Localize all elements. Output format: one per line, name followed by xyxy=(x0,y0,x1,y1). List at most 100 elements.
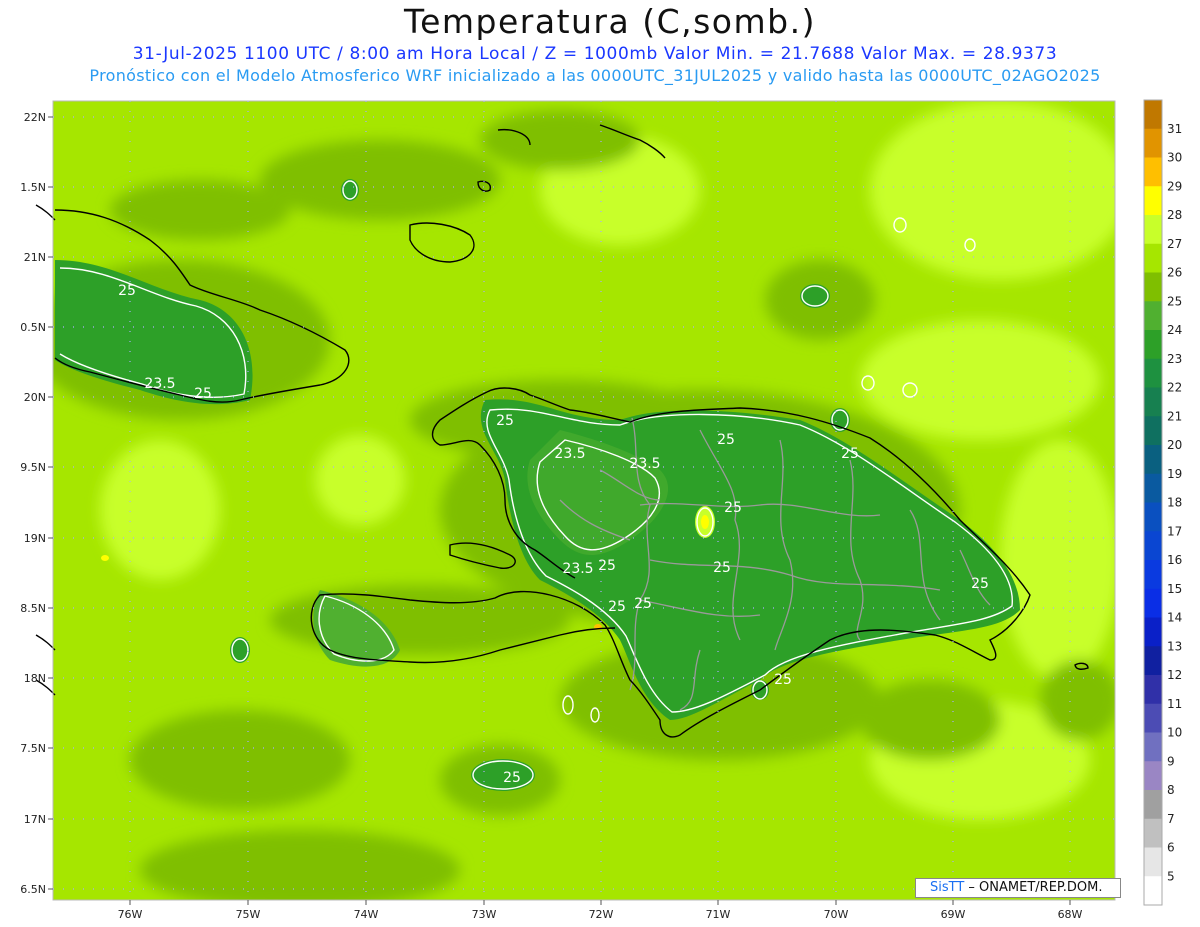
colorbar-label: 31 xyxy=(1167,122,1182,136)
lon-tick-label: 69W xyxy=(941,908,966,921)
contour-label: 23.5 xyxy=(562,561,593,577)
colorbar-swatch xyxy=(1144,732,1162,762)
colorbar-label: 30 xyxy=(1167,151,1182,165)
colorbar-label: 19 xyxy=(1167,467,1182,481)
contour-label: 25 xyxy=(503,770,521,786)
longitude-axis: 76W 75W 74W 73W 72W 71W 70W 69W 68W xyxy=(118,900,1083,921)
lat-tick-label: 21N xyxy=(24,251,46,264)
colorbar-label: 25 xyxy=(1167,294,1182,308)
contour-label: 25 xyxy=(724,500,742,516)
colorbar-swatch xyxy=(1144,416,1162,446)
colorbar-swatch xyxy=(1144,876,1162,906)
colorbar-swatch xyxy=(1144,157,1162,187)
colorbar-label: 20 xyxy=(1167,438,1182,452)
contour-label: 25 xyxy=(194,386,212,402)
sispi-logo: SisTT xyxy=(930,880,965,895)
contour-label: 25 xyxy=(971,576,989,592)
contour-label: 25 xyxy=(774,672,792,688)
colorbar-swatch xyxy=(1144,387,1162,417)
lon-tick-label: 72W xyxy=(589,908,614,921)
colorbar-swatch xyxy=(1144,186,1162,216)
colorbar: 31 30 29 28 27 26 25 24 23 22 21 20 19 18 17 16 15 14 13 12… xyxy=(1143,99,1182,906)
contour-label: 25 xyxy=(841,446,859,462)
colorbar-label: 7 xyxy=(1167,812,1175,826)
lon-tick-label: 74W xyxy=(354,908,379,921)
credit-text: – ONAMET/REP.DOM. xyxy=(964,880,1103,895)
lat-tick-label: 1.5N xyxy=(20,181,46,194)
colorbar-label: 29 xyxy=(1167,179,1182,193)
contour-label: 23.5 xyxy=(554,446,585,462)
colorbar-swatch xyxy=(1144,790,1162,820)
colorbar-label: 26 xyxy=(1167,266,1182,280)
colorbar-swatch xyxy=(1144,445,1162,475)
contour-label: 25 xyxy=(608,599,626,615)
lon-tick-label: 73W xyxy=(472,908,497,921)
lat-tick-label: 0.5N xyxy=(20,321,46,334)
contour-label: 25 xyxy=(598,558,616,574)
lon-tick-label: 70W xyxy=(824,908,849,921)
temperature-shading xyxy=(53,101,1115,900)
lat-tick-label: 22N xyxy=(24,111,46,124)
contour-label: 23.5 xyxy=(144,376,175,392)
colorbar-label: 5 xyxy=(1167,869,1175,883)
colorbar-label: 15 xyxy=(1167,582,1182,596)
colorbar-label: 9 xyxy=(1167,754,1175,768)
colorbar-swatch xyxy=(1144,272,1162,302)
colorbar-swatch xyxy=(1144,847,1162,877)
lon-tick-label: 71W xyxy=(706,908,731,921)
contour-label: 25 xyxy=(496,413,514,429)
colorbar-label: 6 xyxy=(1167,841,1175,855)
lon-tick-label: 68W xyxy=(1058,908,1083,921)
colorbar-label: 16 xyxy=(1167,553,1182,567)
colorbar-label: 24 xyxy=(1167,323,1182,337)
colorbar-swatch xyxy=(1144,128,1162,158)
colorbar-label: 14 xyxy=(1167,611,1182,625)
colorbar-label: 11 xyxy=(1167,697,1182,711)
lat-tick-label: 9.5N xyxy=(20,461,46,474)
credit-box: SisTT – ONAMET/REP.DOM. xyxy=(915,878,1121,898)
colorbar-swatch xyxy=(1144,502,1162,532)
colorbar-label: 12 xyxy=(1167,668,1182,682)
colorbar-label: 23 xyxy=(1167,352,1182,366)
colorbar-swatch xyxy=(1144,675,1162,705)
contour-label: 25 xyxy=(634,596,652,612)
lon-tick-label: 75W xyxy=(236,908,261,921)
colorbar-label: 18 xyxy=(1167,496,1182,510)
contour-label: 25 xyxy=(713,560,731,576)
temperature-map: 22N 1.5N 21N 0.5N 20N 9.5N 19N 8.5N 18N 7.5N 17N 6.… xyxy=(20,99,1182,921)
colorbar-swatch xyxy=(1144,100,1162,130)
colorbar-label: 27 xyxy=(1167,237,1182,251)
lon-tick-label: 76W xyxy=(118,908,143,921)
colorbar-swatch xyxy=(1144,301,1162,331)
lat-tick-label: 18N xyxy=(24,672,46,685)
colorbar-swatch xyxy=(1144,358,1162,388)
colorbar-swatch xyxy=(1144,818,1162,848)
lat-tick-label: 19N xyxy=(24,532,46,545)
latitude-axis: 22N 1.5N 21N 0.5N 20N 9.5N 19N 8.5N 18N 7.5N 17N 6.… xyxy=(20,111,53,896)
colorbar-swatch xyxy=(1144,330,1162,360)
colorbar-swatch xyxy=(1144,215,1162,245)
contour-label: 23.5 xyxy=(629,456,660,472)
colorbar-label: 13 xyxy=(1167,639,1182,653)
colorbar-swatch xyxy=(1144,243,1162,273)
lat-tick-label: 7.5N xyxy=(20,742,46,755)
colorbar-label: 22 xyxy=(1167,381,1182,395)
lat-tick-label: 8.5N xyxy=(20,602,46,615)
colorbar-label: 17 xyxy=(1167,524,1182,538)
colorbar-label: 28 xyxy=(1167,208,1182,222)
colorbar-label: 8 xyxy=(1167,783,1175,797)
colorbar-swatch xyxy=(1144,531,1162,561)
colorbar-swatch xyxy=(1144,588,1162,618)
contour-label: 25 xyxy=(717,432,735,448)
colorbar-swatch xyxy=(1144,560,1162,590)
lat-tick-label: 20N xyxy=(24,391,46,404)
colorbar-swatch xyxy=(1144,617,1162,647)
lat-tick-label: 6.5N xyxy=(20,883,46,896)
colorbar-swatch xyxy=(1144,646,1162,676)
contour-label: 25 xyxy=(118,283,136,299)
colorbar-label: 10 xyxy=(1167,726,1182,740)
lat-tick-label: 17N xyxy=(24,813,46,826)
colorbar-swatch xyxy=(1144,703,1162,733)
colorbar-label: 21 xyxy=(1167,409,1182,423)
colorbar-swatch xyxy=(1144,761,1162,791)
